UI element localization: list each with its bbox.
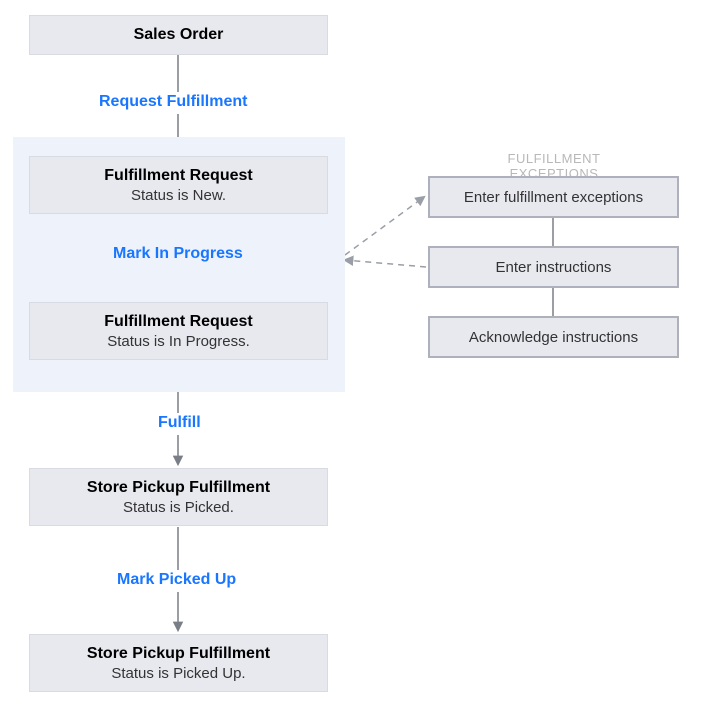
node-status: Status is New. xyxy=(34,187,323,204)
node-title: Fulfillment Request xyxy=(34,167,323,185)
node-fulfillment-request-new: Fulfillment Request Status is New. xyxy=(29,156,328,214)
action-mark-in-progress: Mark In Progress xyxy=(113,245,243,263)
node-sales-order: Sales Order xyxy=(29,15,328,55)
diagram-canvas: Sales Order Request Fulfillment Fulfillm… xyxy=(0,0,720,727)
node-status: Status is Picked. xyxy=(34,499,323,516)
node-status: Status is In Progress. xyxy=(34,333,323,350)
node-enter-instructions: Enter instructions xyxy=(428,246,679,288)
node-status: Status is Picked Up. xyxy=(34,665,323,682)
node-title: Store Pickup Fulfillment xyxy=(34,479,323,497)
node-store-pickup-picked-up: Store Pickup Fulfillment Status is Picke… xyxy=(29,634,328,692)
node-label: Acknowledge instructions xyxy=(469,329,638,346)
node-title: Sales Order xyxy=(34,26,323,44)
node-label: Enter fulfillment exceptions xyxy=(464,189,643,206)
node-label: Enter instructions xyxy=(496,259,612,276)
node-title: Store Pickup Fulfillment xyxy=(34,645,323,663)
node-store-pickup-picked: Store Pickup Fulfillment Status is Picke… xyxy=(29,468,328,526)
node-fulfillment-request-in-progress: Fulfillment Request Status is In Progres… xyxy=(29,302,328,360)
node-enter-fulfillment-exceptions: Enter fulfillment exceptions xyxy=(428,176,679,218)
node-title: Fulfillment Request xyxy=(34,313,323,331)
action-fulfill: Fulfill xyxy=(158,414,201,432)
node-acknowledge-instructions: Acknowledge instructions xyxy=(428,316,679,358)
action-request-fulfillment: Request Fulfillment xyxy=(99,93,247,111)
action-mark-picked-up: Mark Picked Up xyxy=(117,571,236,589)
